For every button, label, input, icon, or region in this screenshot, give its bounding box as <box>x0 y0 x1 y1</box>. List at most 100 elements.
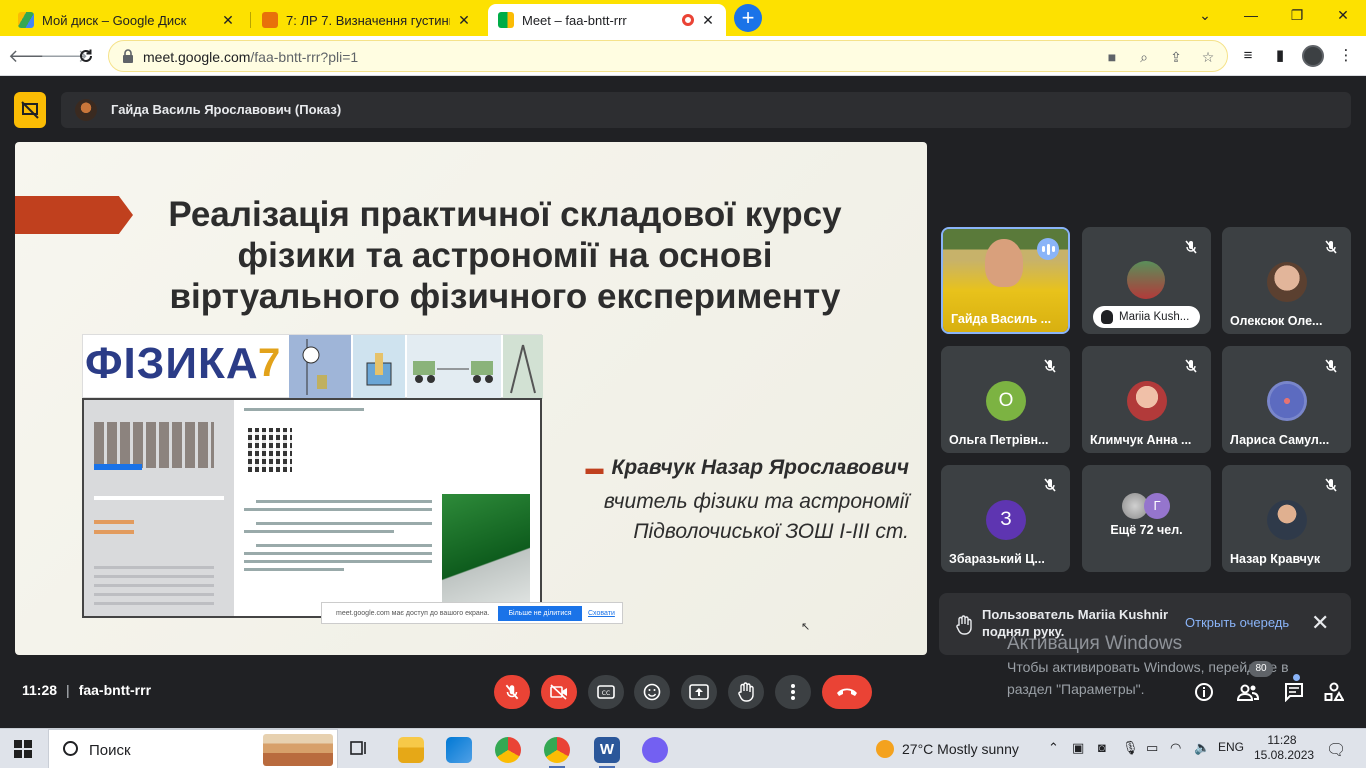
vessel-illustration <box>353 335 405 399</box>
bullet-icon: ▬ <box>585 458 604 478</box>
chat-button[interactable] <box>1282 680 1306 704</box>
presenter-name: Гайда Василь Ярославович (Показ) <box>111 102 342 117</box>
start-button[interactable] <box>14 740 32 758</box>
present-icon <box>689 684 709 700</box>
raised-hand-icon <box>1101 310 1113 324</box>
viber-icon[interactable] <box>642 737 668 763</box>
blogger-icon <box>262 12 278 28</box>
participant-tile-olha[interactable]: О Ольга Петрівн... <box>941 346 1070 453</box>
slide-author-block: ▬ Кравчук Назар Ярославович вчитель фізик… <box>586 456 910 544</box>
presenter-avatar <box>75 99 97 121</box>
google-meet-icon <box>498 12 514 28</box>
notifications-icon[interactable]: 🗨 <box>1326 740 1346 760</box>
participant-name: Збаразький Ц... <box>949 552 1045 566</box>
author-role: вчитель фізики та астрономії <box>603 490 909 513</box>
raise-hand-icon <box>738 682 754 702</box>
bookmark-star-icon[interactable]: ☆ <box>1199 48 1217 66</box>
participant-name: Климчук Анна ... <box>1090 433 1192 447</box>
meeting-details-button[interactable] <box>1192 680 1216 704</box>
mic-off-icon <box>1325 478 1337 492</box>
close-window-button[interactable]: ✕ <box>1320 0 1366 32</box>
captions-button[interactable]: CC <box>588 675 624 709</box>
participant-tile-oleksiuk[interactable]: Олексюк Оле... <box>1222 227 1351 334</box>
word-icon[interactable]: W <box>594 737 620 763</box>
tab-google-drive[interactable]: Мой диск – Google Диск ✕ <box>8 4 246 36</box>
participant-tile-more[interactable]: Г Ещё 72 чел. <box>1082 465 1211 572</box>
slide-title: Реалізація практичної складової курсу фі… <box>168 195 842 316</box>
avatar <box>1267 262 1307 302</box>
participant-tile-nazar[interactable]: Назар Кравчук <box>1222 465 1351 572</box>
participant-tile-haida[interactable]: Гайда Василь ... <box>941 227 1070 334</box>
people-count-badge: 80 <box>1249 661 1273 677</box>
leave-call-button[interactable] <box>822 675 872 709</box>
textbook-banner: ФІЗИКА 7 <box>82 334 543 399</box>
participant-tile-klymchuk[interactable]: Климчук Анна ... <box>1082 346 1211 453</box>
participant-tile-mariia[interactable]: Mariia Kush... <box>1082 227 1211 334</box>
activities-button[interactable] <box>1322 680 1346 704</box>
carts-illustration <box>407 335 501 399</box>
tab-search-icon[interactable]: ⌄ <box>1182 0 1228 32</box>
system-clock[interactable]: 11:28 15.08.2023 <box>1254 733 1314 763</box>
weather-widget[interactable]: 27°C Mostly sunny <box>876 740 1019 758</box>
stop-presenting-button[interactable] <box>14 92 46 128</box>
tray-overflow-icon[interactable]: ⌃ <box>1048 740 1059 756</box>
tray-microphone-icon[interactable]: 🎙 <box>1122 740 1139 756</box>
menu-kebab-icon[interactable]: ⋮ <box>1336 46 1356 66</box>
new-tab-button[interactable]: + <box>734 4 762 32</box>
toggle-microphone-button[interactable] <box>494 675 530 709</box>
present-now-button[interactable] <box>681 675 717 709</box>
tray-video-icon[interactable]: ▭ <box>1146 740 1158 756</box>
hide-notice-link[interactable]: Сховати <box>588 610 615 617</box>
people-button[interactable] <box>1236 680 1260 704</box>
search-highlight-image <box>263 734 333 766</box>
mic-off-icon <box>1044 478 1056 492</box>
browser-toolbar: 🡐 🡒 meet.google.com/faa-bntt-rrr?pli=1 ■… <box>0 36 1366 76</box>
file-explorer-icon[interactable] <box>398 737 424 763</box>
camera-permission-icon[interactable]: ■ <box>1103 48 1121 66</box>
more-participants-label: Ещё 72 чел. <box>1110 523 1183 537</box>
stop-sharing-button[interactable]: Більше не ділитися <box>498 606 582 621</box>
tab-title: 7: ЛР 7. Визначення густини речо <box>286 12 450 28</box>
tab-close-icon[interactable]: ✕ <box>456 12 472 29</box>
reactions-button[interactable] <box>634 675 670 709</box>
participant-tile-larysa[interactable]: Лариса Самул... <box>1222 346 1351 453</box>
tray-app-icon[interactable]: ▣ <box>1072 740 1084 756</box>
media-control-icon[interactable]: ≡ <box>1238 46 1258 66</box>
lab-document-thumbnail <box>236 400 540 616</box>
taskbar-search[interactable]: Поиск <box>48 729 338 768</box>
task-view-icon[interactable] <box>348 737 374 763</box>
participant-tile-zbarazkyi[interactable]: З Збаразький Ц... <box>941 465 1070 572</box>
tray-camera-icon[interactable]: ◙ <box>1098 740 1106 755</box>
language-indicator[interactable]: ENG <box>1218 740 1244 754</box>
chrome-active-icon[interactable] <box>544 737 570 763</box>
zoom-icon[interactable]: ⌕ <box>1135 48 1153 66</box>
wifi-icon[interactable]: ◠ <box>1170 740 1181 756</box>
profile-avatar[interactable] <box>1302 45 1324 67</box>
tab-close-icon[interactable]: ✕ <box>700 12 716 29</box>
tab-close-icon[interactable]: ✕ <box>220 12 236 29</box>
raise-hand-button[interactable] <box>728 675 764 709</box>
tab-meet[interactable]: Meet – faa-bntt-rrr ✕ <box>488 4 726 36</box>
tab-lab-7[interactable]: 7: ЛР 7. Визначення густини речо ✕ <box>252 4 482 36</box>
more-options-button[interactable] <box>775 675 811 709</box>
volume-icon[interactable]: 🔈 <box>1194 740 1210 756</box>
restore-button[interactable]: ❐ <box>1274 0 1320 32</box>
chrome-icon[interactable] <box>495 737 521 763</box>
face-silhouette <box>985 239 1023 287</box>
mic-off-icon <box>505 684 519 700</box>
minimize-button[interactable]: — <box>1228 0 1274 32</box>
toggle-camera-button[interactable] <box>541 675 577 709</box>
side-panel-icon[interactable]: ▮ <box>1270 46 1290 66</box>
open-queue-button[interactable]: Открыть очередь <box>1185 615 1289 630</box>
close-notification-button[interactable]: ✕ <box>1311 610 1329 636</box>
reload-button[interactable] <box>72 42 100 70</box>
forward-button[interactable]: 🡒 <box>40 42 88 70</box>
chat-notification-dot <box>1293 674 1300 681</box>
share-icon[interactable]: ⇪ <box>1167 48 1185 66</box>
back-button[interactable]: 🡐 <box>8 42 56 70</box>
participant-name: Ольга Петрівн... <box>949 433 1049 447</box>
svg-text:CC: CC <box>602 690 610 697</box>
chat-icon <box>1285 683 1303 702</box>
store-icon[interactable] <box>446 737 472 763</box>
address-bar[interactable]: meet.google.com/faa-bntt-rrr?pli=1 ■ ⌕ ⇪… <box>108 40 1228 72</box>
